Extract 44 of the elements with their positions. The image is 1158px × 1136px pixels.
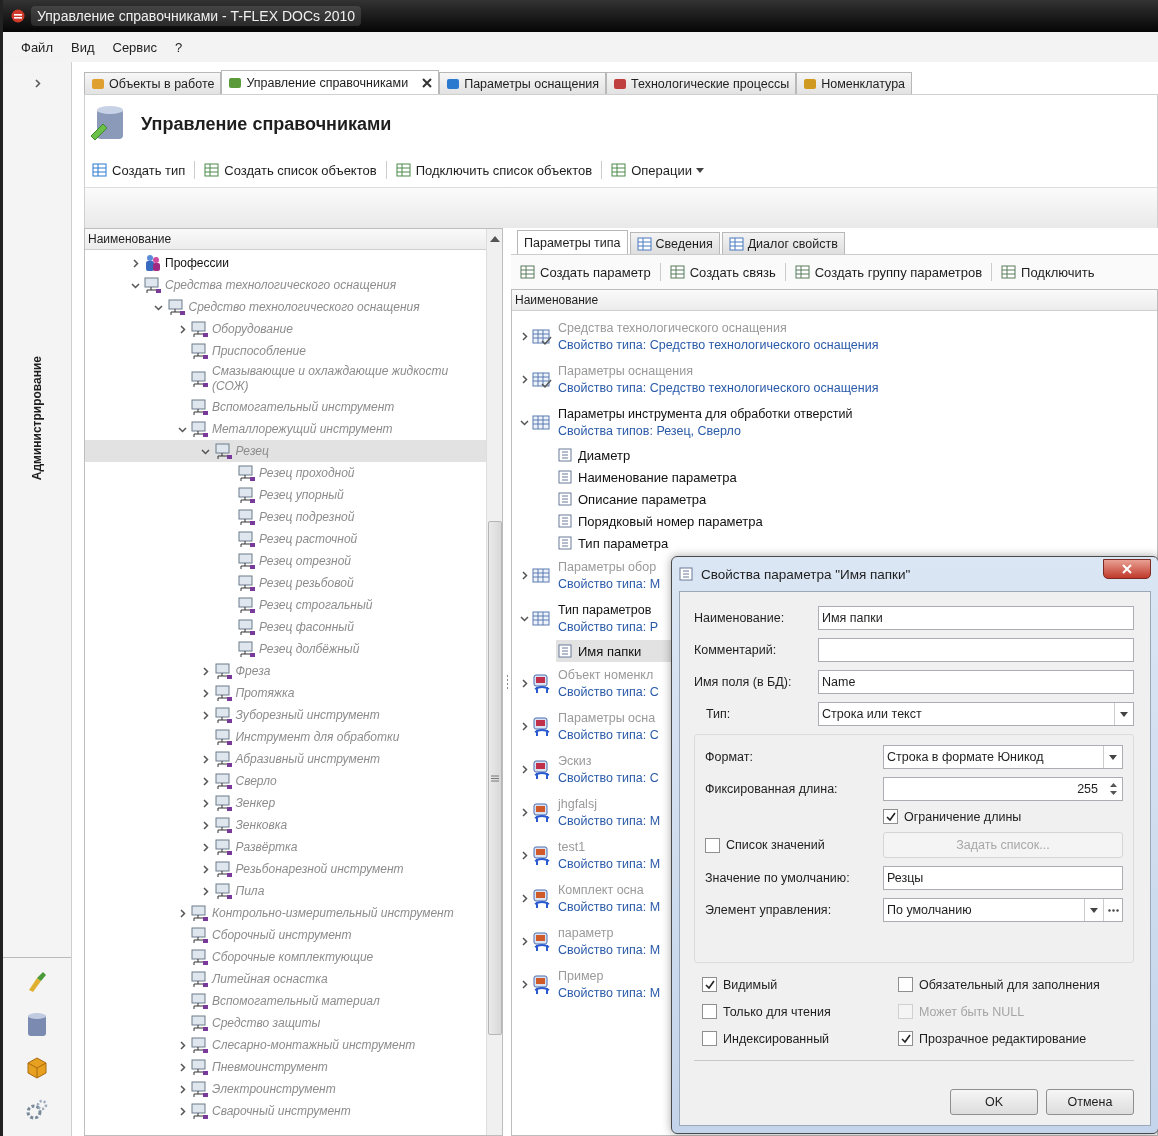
group-title: Тип параметров — [558, 603, 652, 617]
group-subtitle: Свойство типа: С — [558, 771, 659, 785]
parameter-name: Диаметр — [578, 447, 631, 463]
group-subtitle: Свойство типа: С — [558, 728, 659, 742]
field-label: Имя поля (в БД): — [694, 675, 793, 689]
parameter-name: Тип параметра — [578, 535, 669, 551]
group-title: Объект номенкл — [558, 668, 654, 682]
group-subtitle: Свойство типа: М — [558, 577, 661, 591]
group-title: Параметры обор — [558, 560, 657, 574]
field-label: Наименование: — [694, 611, 786, 625]
group-subtitle: Свойство типа: Средство технологического оснащения — [558, 381, 879, 395]
field-label: Элемент управления: — [705, 903, 833, 917]
group-subtitle: Свойство типа: М — [558, 986, 661, 1000]
group-subtitle: Свойство типа: М — [558, 943, 661, 957]
group-subtitle: Свойство типа: Р — [558, 620, 659, 634]
group-title: Средства технологического оснащения — [558, 321, 787, 335]
side-panel-title: Администрирование — [30, 356, 44, 481]
group-title: Параметры инструмента для обработки отверстий — [558, 407, 853, 421]
parameter-name: Имя папки — [578, 643, 642, 659]
group-title: Эскиз — [558, 754, 592, 768]
group-title: Параметры осна — [558, 711, 656, 725]
field-label: Фиксированная длина: — [705, 782, 839, 796]
group-title: Комплект осна — [558, 883, 644, 897]
dialog-title: Свойства параметра "Имя папки" — [701, 566, 911, 582]
group-subtitle: Свойство типа: Средство технологического оснащения — [558, 338, 879, 352]
group-title: Пример — [558, 969, 604, 983]
group-title: Параметры оснащения — [558, 364, 693, 378]
parameter-name: Описание параметра — [578, 491, 707, 507]
field-label: Значение по умолчанию: — [705, 871, 851, 885]
field-label: Комментарий: — [694, 643, 778, 657]
parameter-name: Порядковый номер параметра — [578, 513, 763, 529]
field-label: Формат: — [705, 750, 754, 764]
parameter-name: Наименование параметра — [578, 469, 737, 485]
group-title: test1 — [558, 840, 586, 854]
group-subtitle: Свойство типа: М — [558, 857, 661, 871]
group-subtitle: Свойство типа: М — [558, 900, 661, 914]
page-title: Управление справочниками — [141, 113, 392, 135]
window-title: Управление справочниками - T-FLEX DOCs 2010 — [31, 6, 362, 26]
group-subtitle: Свойство типа: С — [558, 685, 659, 699]
group-subtitle: Свойство типа: М — [558, 814, 661, 828]
group-title: параметр — [558, 926, 614, 940]
group-subtitle: Свойства типов: Резец, Сверло — [558, 424, 741, 438]
group-title: jhgfalsj — [558, 797, 597, 811]
field-label: Тип: — [705, 707, 732, 721]
